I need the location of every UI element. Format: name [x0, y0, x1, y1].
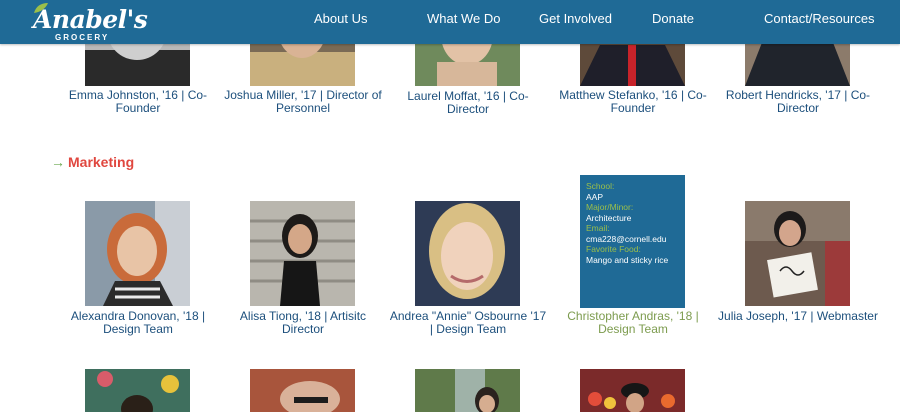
member-caption: Joshua Miller, '17 | Director of Personne…: [224, 88, 382, 115]
info-label: Major/Minor:: [586, 202, 634, 212]
member-caption: Matthew Stefanko, '16 | Co- Founder: [559, 88, 707, 115]
info-label: School:: [586, 181, 615, 191]
member-info-card[interactable]: School: AAP Major/Minor: Architecture Em…: [580, 175, 685, 308]
info-label: Email:: [586, 223, 610, 233]
info-value: cma228@cornell.edu: [586, 233, 667, 244]
member-photo[interactable]: [415, 201, 520, 306]
section-heading-marketing: → Marketing: [51, 154, 134, 170]
nav-donate[interactable]: Donate: [652, 11, 694, 26]
info-label: Favorite Food:: [586, 244, 641, 254]
logo-subtitle: GROCERY: [55, 33, 110, 42]
site-header: Anabel's GROCERY About Us What We Do Get…: [0, 0, 900, 44]
member-photo[interactable]: [85, 369, 190, 412]
nav-about-us[interactable]: About Us: [314, 11, 367, 26]
member-caption: Alexandra Donovan, '18 | Design Team: [70, 309, 206, 336]
arrow-right-icon: →: [51, 154, 65, 170]
nav-what-we-do[interactable]: What We Do: [427, 11, 500, 26]
nav-get-involved[interactable]: Get Involved: [539, 11, 612, 26]
member-photo[interactable]: [745, 201, 850, 306]
member-photo[interactable]: [415, 369, 520, 412]
member-photo[interactable]: [580, 369, 685, 412]
member-photo[interactable]: [250, 369, 355, 412]
logo-wordmark: Anabel's: [33, 5, 148, 34]
member-caption: Laurel Moffat, '16 | Co- Director: [407, 89, 529, 116]
logo[interactable]: Anabel's GROCERY: [30, 2, 148, 44]
member-caption: Christopher Andras, '18 | Design Team: [567, 309, 699, 336]
member-photo[interactable]: [250, 201, 355, 306]
info-value: Architecture: [586, 212, 632, 223]
member-caption: Emma Johnston, '16 | Co- Founder: [68, 88, 208, 115]
section-title: Marketing: [68, 154, 135, 170]
info-value: AAP: [586, 191, 604, 202]
member-caption: Julia Joseph, '17 | Webmaster: [718, 309, 878, 323]
info-value: Mango and sticky rice: [586, 254, 669, 265]
member-caption: Robert Hendricks, '17 | Co- Director: [725, 88, 871, 115]
member-photo[interactable]: [85, 201, 190, 306]
member-caption: Andrea "Annie" Osbourne '17 | Design Team: [389, 309, 547, 336]
member-caption: Alisa Tiong, '18 | Artisitc Director: [239, 309, 367, 336]
nav-contact-resources[interactable]: Contact/Resources: [764, 11, 875, 26]
